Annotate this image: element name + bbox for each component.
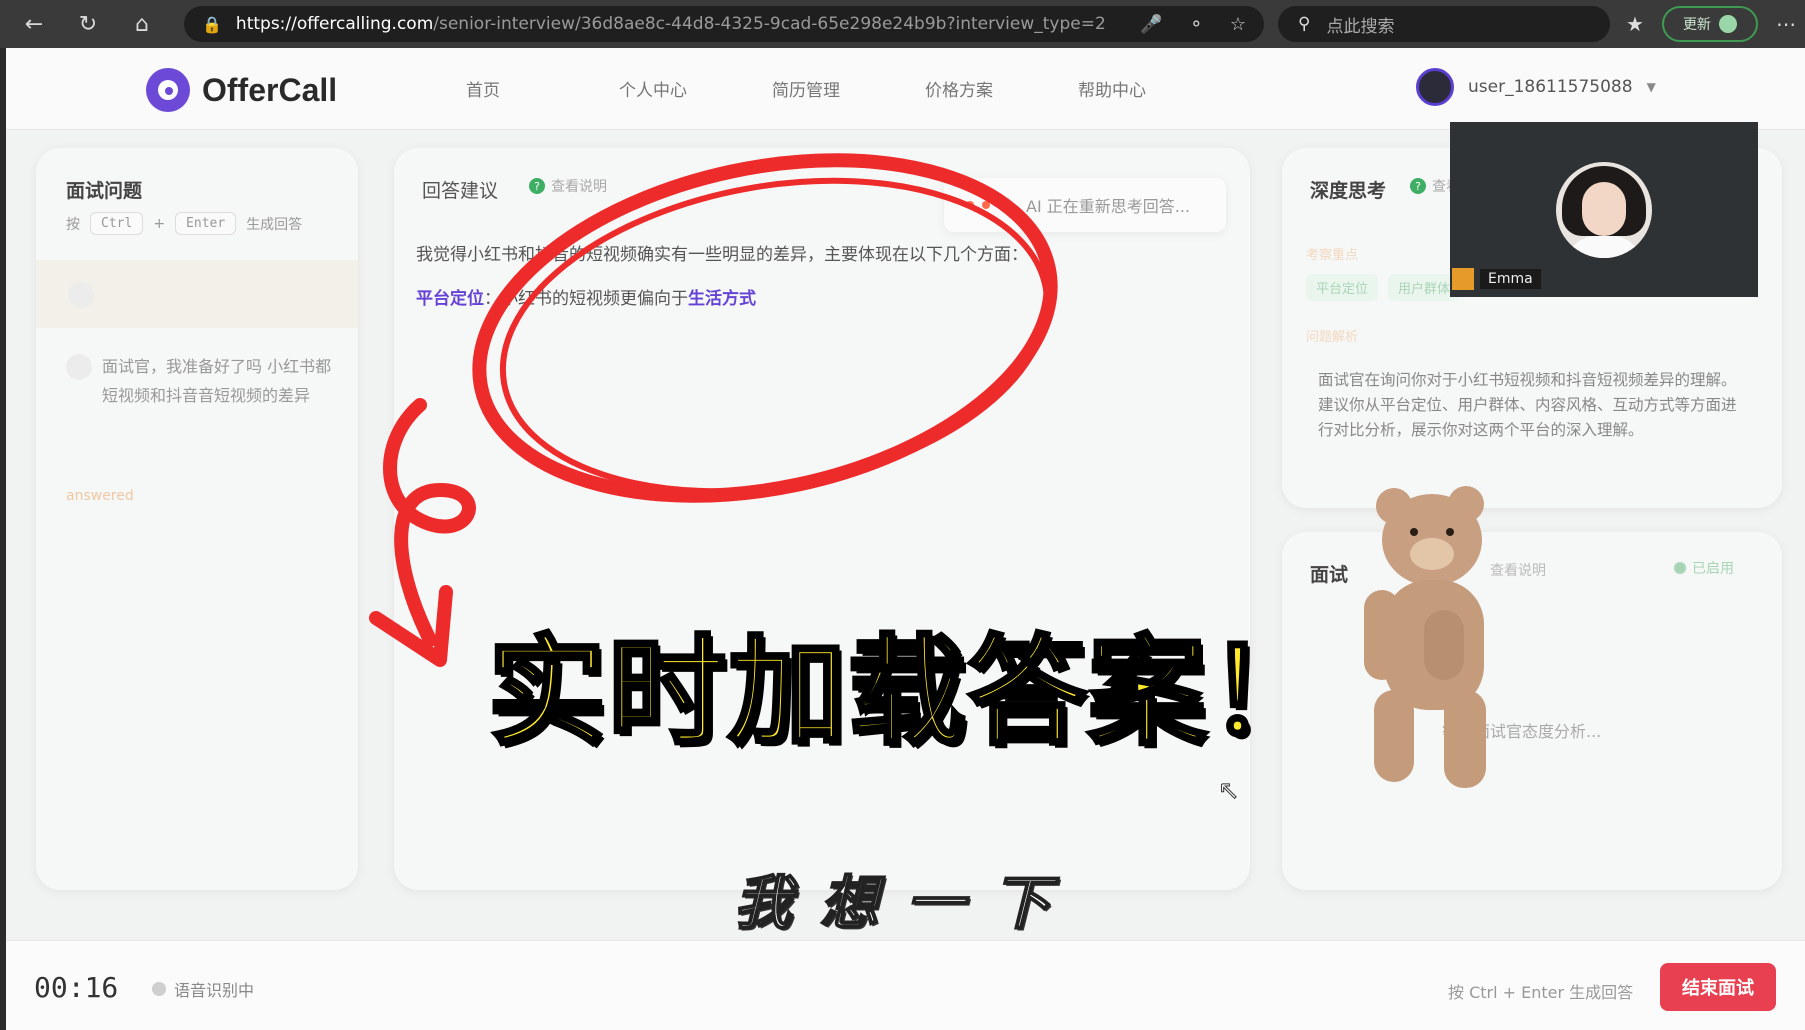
- interviewer-name: Emma: [1480, 269, 1541, 289]
- user-icon: [1452, 268, 1474, 290]
- home-icon[interactable]: ⌂: [122, 4, 162, 44]
- nav-help[interactable]: 帮助中心: [1078, 76, 1231, 101]
- search-box[interactable]: ⚲ 点此搜索: [1278, 6, 1610, 42]
- app-header: OfferCall 首页 个人中心 简历管理 价格方案 帮助中心 user_18…: [6, 48, 1805, 130]
- focus-label: 考察重点: [1306, 248, 1359, 263]
- search-icon: ⚲: [1298, 14, 1311, 34]
- hint-suffix: 生成回答: [246, 216, 303, 233]
- microphone-icon[interactable]: 🎤: [1140, 14, 1162, 35]
- answer-panel: 回答建议 ? 查看说明 AI 正在重新思考回答... 我觉得小红书和抖音的短视频…: [394, 148, 1250, 890]
- thinking-indicator: AI 正在重新思考回答...: [944, 178, 1226, 232]
- hint-prefix: 按: [66, 216, 80, 233]
- question-text: 面试官，我准备好了吗 小红书都短视频和抖音音短视频的差异: [102, 357, 332, 405]
- help-icon: ?: [529, 178, 545, 194]
- user-menu[interactable]: user_18611575088 ▼: [1416, 68, 1656, 106]
- star-icon[interactable]: ☆: [1230, 14, 1246, 35]
- video-name-tag: Emma: [1452, 268, 1541, 290]
- chevron-down-icon: ▼: [1646, 80, 1656, 94]
- questions-title: 面试问题: [66, 180, 143, 202]
- question-status: answered: [66, 488, 134, 504]
- nav-profile[interactable]: 个人中心: [619, 76, 772, 101]
- question-dot-icon: [66, 354, 92, 380]
- more-icon[interactable]: ⋯: [1776, 12, 1796, 36]
- search-placeholder: 点此搜索: [1326, 16, 1395, 37]
- question-item-pending[interactable]: [36, 260, 358, 328]
- attitude-status[interactable]: 已启用: [1674, 558, 1734, 578]
- reload-icon[interactable]: ↻: [68, 4, 108, 44]
- interview-timer: 00:16: [34, 971, 119, 1004]
- ctrl-key: Ctrl: [90, 212, 144, 235]
- interviewer-video[interactable]: Emma: [1450, 122, 1758, 297]
- attitude-title: 面试: [1310, 564, 1349, 586]
- questions-panel: 面试问题 按 Ctrl + Enter 生成回答 面试官，我准备好了吗 小红书都…: [36, 148, 358, 890]
- nav-resume[interactable]: 简历管理: [772, 76, 925, 101]
- nav-pricing[interactable]: 价格方案: [925, 76, 1078, 101]
- enabled-icon: [1674, 562, 1686, 574]
- address-bar[interactable]: 🔒 https://offercalling.com/senior-interv…: [184, 6, 1264, 42]
- browser-toolbar: ← ↻ ⌂ 🔒 https://offercalling.com/senior-…: [0, 0, 1805, 48]
- bottom-bar: 00:16 语音识别中 按 Ctrl + Enter 生成回答 结束面试: [6, 940, 1805, 1030]
- answer-point: 平台定位：小红书的短视频更偏向于生活方式: [416, 284, 756, 309]
- update-button[interactable]: 更新: [1661, 6, 1758, 42]
- answer-paragraph: 我觉得小红书和抖音的短视频确实有一些明显的差异，主要体现在以下几个方面：: [416, 245, 1028, 265]
- attitude-help[interactable]: 查看说明: [1490, 560, 1546, 580]
- answer-title: 回答建议: [422, 180, 499, 202]
- analysis-text: 面试官在询问你对于小红书短视频和抖音短视频差异的理解。建议你从平台定位、用户群体…: [1318, 371, 1737, 439]
- main-nav: 首页 个人中心 简历管理 价格方案 帮助中心: [466, 76, 1231, 101]
- edge-icon[interactable]: ⚬: [1189, 14, 1204, 35]
- interviewer-avatar: [1556, 162, 1652, 258]
- avatar: [1416, 68, 1454, 106]
- speech-status-label: 语音识别中: [174, 981, 255, 1000]
- update-status-icon: [1718, 15, 1737, 33]
- focus-tags: 平台定位 用户群体: [1306, 274, 1461, 301]
- logo[interactable]: OfferCall: [146, 68, 337, 112]
- update-label: 更新: [1682, 17, 1711, 33]
- thinking-text: AI 正在重新思考回答...: [1026, 197, 1191, 216]
- speech-status: 语音识别中: [152, 977, 254, 1001]
- deep-thinking-title: 深度思考: [1310, 180, 1387, 202]
- brand-name: OfferCall: [202, 71, 338, 108]
- nav-home[interactable]: 首页: [466, 76, 619, 101]
- enter-key: Enter: [175, 212, 237, 235]
- question-dot-icon: [68, 282, 94, 308]
- shortcut-hint: 按 Ctrl + Enter 生成回答: [66, 212, 302, 235]
- attitude-status-label: 已启用: [1692, 561, 1734, 577]
- answer-help-label: 查看说明: [551, 179, 607, 195]
- answer-point-text: ：小红书的短视频更偏向于: [484, 289, 688, 309]
- answer-point-label: 平台定位: [416, 289, 484, 309]
- url-path: /senior-interview/36d8ae8c-44d8-4325-9ca…: [433, 14, 1106, 34]
- url-host: https://offercalling.com: [235, 14, 434, 34]
- attitude-panel: 面试 查看说明 已启用 等待面试官态度分析...: [1282, 532, 1782, 890]
- plus-sign: +: [153, 215, 166, 232]
- logo-icon: [146, 68, 190, 112]
- analysis-label: 问题解析: [1306, 330, 1359, 345]
- lock-icon: 🔒: [202, 14, 222, 34]
- recording-dot-icon: [152, 982, 166, 996]
- help-icon: ?: [1410, 178, 1426, 194]
- username: user_18611575088: [1468, 77, 1633, 97]
- answer-help[interactable]: ? 查看说明: [529, 176, 607, 196]
- back-icon[interactable]: ←: [14, 4, 54, 44]
- favorites-icon[interactable]: ★: [1626, 12, 1644, 36]
- loading-dots-icon: [966, 201, 1006, 209]
- question-item[interactable]: 面试官，我准备好了吗 小红书都短视频和抖音音短视频的差异: [66, 352, 336, 410]
- attitude-waiting: 等待面试官态度分析...: [1442, 722, 1602, 741]
- end-interview-button[interactable]: 结束面试: [1660, 963, 1776, 1011]
- focus-tag: 平台定位: [1306, 274, 1379, 301]
- answer-point-highlight: 生活方式: [688, 289, 756, 309]
- shortcut-hint-bottom: 按 Ctrl + Enter 生成回答: [1448, 983, 1634, 1002]
